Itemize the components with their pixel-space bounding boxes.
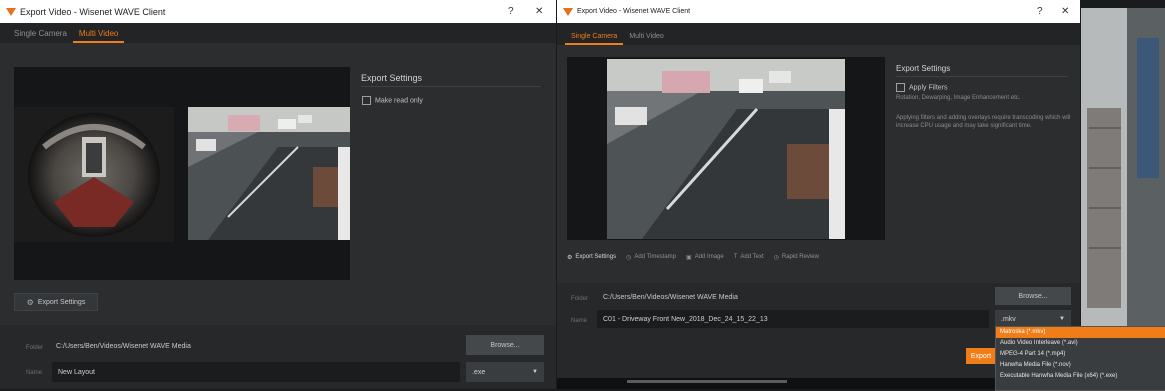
left-settings-divider	[361, 86, 541, 87]
chevron-down-icon: ▼	[1059, 316, 1065, 322]
option-add-image-label: Add Image	[694, 254, 724, 260]
right-help-icon[interactable]: ?	[1037, 6, 1043, 17]
right-export-label: Export	[970, 352, 992, 360]
option-rapid-review[interactable]: ◷ Rapid Review	[774, 254, 819, 261]
right-window-title: Export Video - Wisenet WAVE Client	[577, 8, 691, 15]
gear-icon: ⚙	[567, 254, 573, 261]
option-add-timestamp-label: Add Timestamp	[634, 254, 677, 260]
left-help-icon[interactable]: ?	[508, 6, 514, 17]
right-preview-area	[567, 57, 885, 240]
format-dropdown-menu: Matroska (*.mkv) Audio Video Interleave …	[995, 326, 1165, 391]
right-settings-divider	[896, 76, 1068, 77]
left-tab-single-camera[interactable]: Single Camera	[8, 29, 73, 43]
checkbox-box-icon	[362, 96, 371, 105]
option-add-text[interactable]: T Add Text	[734, 254, 764, 260]
left-tab-bar: Single Camera Multi Video	[0, 23, 556, 43]
dropdown-option-mkv[interactable]: Matroska (*.mkv)	[996, 327, 1165, 338]
clock-icon: ◷	[626, 254, 632, 261]
left-title-bar: Export Video - Wisenet WAVE Client ? ✕	[0, 0, 556, 23]
right-format-value: .mkv	[1001, 315, 1016, 323]
filters-description: Rotation, Dewarping, Image Enhancement e…	[896, 95, 1021, 101]
left-format-value: .exe	[472, 368, 486, 376]
left-browse-button[interactable]: Browse...	[466, 335, 544, 355]
export-options-bar: ⚙ Export Settings ◷ Add Timestamp ▣ Add Ima…	[567, 250, 1077, 264]
checkbox-box-icon	[896, 83, 905, 92]
wave-logo-icon	[6, 7, 16, 16]
right-title-bar: Export Video - Wisenet WAVE Client ? ✕	[557, 0, 1080, 23]
make-read-only-checkbox[interactable]: Make read only	[362, 96, 423, 105]
option-export-settings[interactable]: ⚙ Export Settings	[567, 254, 616, 261]
apply-filters-label: Apply Filters	[909, 84, 948, 92]
rapid-review-icon: ◷	[773, 254, 779, 261]
right-export-button[interactable]: Export	[966, 348, 996, 364]
right-tab-bar: Single Camera Multi Video	[557, 23, 1080, 45]
text-icon: T	[733, 254, 738, 260]
wave-logo-icon	[563, 7, 573, 16]
right-close-icon[interactable]: ✕	[1061, 6, 1069, 17]
left-close-icon[interactable]: ✕	[535, 6, 543, 17]
gear-icon: ⚙	[26, 297, 34, 307]
transcoding-warning: Applying filters and adding overlays req…	[896, 115, 1071, 129]
left-export-settings-button[interactable]: ⚙ Export Settings	[14, 293, 98, 311]
left-format-select[interactable]: .exe ▼	[466, 362, 544, 382]
right-tab-multi-video[interactable]: Multi Video	[623, 33, 670, 45]
left-folder-label: Folder	[26, 345, 44, 351]
dropdown-option-mp4[interactable]: MPEG-4 Part 14 (*.mp4)	[996, 349, 1165, 360]
left-export-window: Export Video - Wisenet WAVE Client ? ✕ S…	[0, 0, 556, 389]
dropdown-option-exe[interactable]: Executable Hanwha Media File (x64) (*.ex…	[996, 371, 1165, 382]
right-name-input[interactable]: C01 - Driveway Front New_2018_Dec_24_15_…	[597, 310, 989, 328]
option-rapid-review-label: Rapid Review	[781, 254, 819, 260]
left-preview-area	[14, 67, 350, 280]
right-name-value: C01 - Driveway Front New_2018_Dec_24_15_…	[603, 315, 768, 323]
dropdown-option-avi[interactable]: Audio Video Interleave (*.avi)	[996, 338, 1165, 349]
right-folder-label: Folder	[571, 296, 589, 302]
dropdown-option-nov[interactable]: Hanwha Media File (*.nov)	[996, 360, 1165, 371]
right-name-label: Name	[571, 318, 588, 324]
left-name-input[interactable]: New Layout	[52, 362, 460, 382]
right-folder-value: C:/Users/Ben/Videos/Wisenet WAVE Media	[603, 294, 738, 301]
option-add-image[interactable]: ▣ Add Image	[686, 254, 724, 261]
left-folder-value: C:/Users/Ben/Videos/Wisenet WAVE Media	[56, 343, 191, 350]
option-add-timestamp[interactable]: ◷ Add Timestamp	[626, 254, 676, 261]
left-window-title: Export Video - Wisenet WAVE Client	[20, 6, 166, 17]
make-read-only-label: Make read only	[375, 97, 423, 105]
chevron-down-icon: ▼	[532, 369, 538, 375]
driveway-camera-thumbnail	[188, 107, 350, 240]
right-driveway-camera-image	[607, 59, 845, 239]
right-settings-title: Export Settings	[896, 64, 951, 73]
right-browse-button[interactable]: Browse...	[995, 287, 1071, 305]
fisheye-camera-thumbnail	[14, 107, 174, 242]
timeline-indicator	[627, 380, 787, 383]
left-name-value: New Layout	[58, 368, 95, 376]
left-settings-title: Export Settings	[361, 73, 423, 83]
option-add-text-label: Add Text	[740, 254, 764, 260]
option-export-settings-label: Export Settings	[575, 254, 617, 260]
image-icon: ▣	[686, 254, 692, 261]
background-camera-view	[1081, 8, 1165, 326]
right-tab-single-camera[interactable]: Single Camera	[565, 33, 624, 45]
left-name-label: Name	[26, 370, 43, 376]
apply-filters-checkbox[interactable]: Apply Filters	[896, 83, 948, 92]
left-export-settings-label: Export Settings	[37, 298, 86, 306]
left-tab-multi-video[interactable]: Multi Video	[72, 29, 125, 43]
